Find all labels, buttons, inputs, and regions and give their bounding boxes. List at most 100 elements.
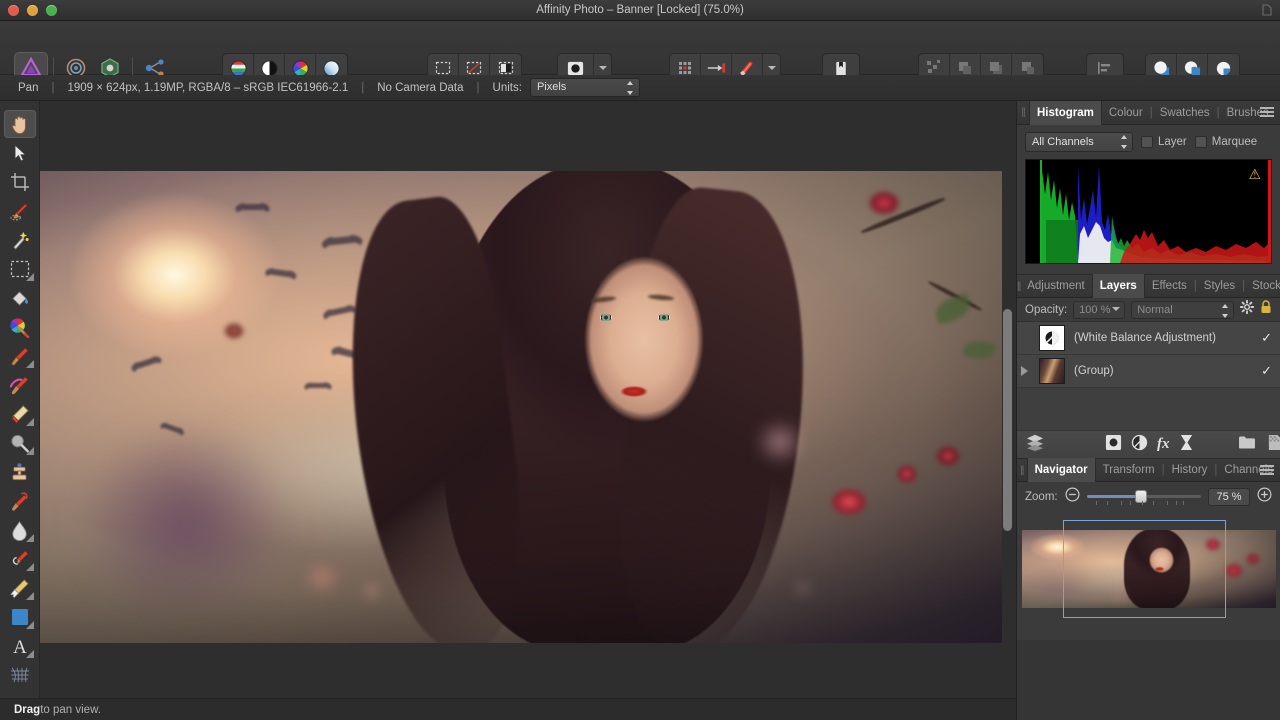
add-live-filter-icon[interactable] (1179, 434, 1194, 456)
marquee-checkbox[interactable]: Marquee (1195, 136, 1257, 148)
zoom-value: 75 % (1216, 491, 1241, 503)
panel-menu-icon[interactable] (1260, 107, 1274, 119)
plus-circle-icon[interactable] (1257, 487, 1272, 507)
right-panel: || Histogram Colour | Swatches | Brushes… (1016, 101, 1280, 720)
tab-stock[interactable]: Stock (1245, 274, 1280, 298)
zoom-slider[interactable] (1087, 490, 1201, 504)
tab-adjustment[interactable]: Adjustment (1020, 274, 1092, 298)
tool-smudge-brush[interactable] (4, 545, 36, 573)
tab-histogram[interactable]: Histogram (1029, 101, 1102, 125)
tab-styles[interactable]: Styles (1197, 274, 1242, 298)
status-bar: Drag to pan view. (0, 698, 1016, 720)
tool-flood-fill[interactable] (4, 284, 36, 312)
panel-grip-icon[interactable]: || (1017, 107, 1029, 118)
layer-checkbox[interactable]: Layer (1141, 136, 1187, 148)
tool-blur-brush[interactable] (4, 516, 36, 544)
lock-icon[interactable] (1260, 300, 1272, 319)
table-row[interactable]: (White Balance Adjustment) ✓ (1017, 322, 1280, 355)
add-mask-icon[interactable] (1267, 434, 1280, 456)
separator-3: | (477, 82, 480, 94)
tab-navigator[interactable]: Navigator (1027, 458, 1096, 482)
tool-erase-brush[interactable] (4, 400, 36, 428)
tool-selection-brush[interactable] (4, 197, 36, 225)
tool-view[interactable] (4, 110, 36, 138)
tab-swatches[interactable]: Swatches (1153, 101, 1217, 125)
tools-panel: A (0, 101, 40, 720)
layer-settings-icon[interactable] (1240, 300, 1254, 319)
tool-paint-mixer[interactable] (4, 313, 36, 341)
channel-select-value: All Channels (1032, 136, 1094, 148)
tool-marquee[interactable] (4, 255, 36, 283)
layer-thumbnail (1039, 325, 1065, 351)
tool-mesh-warp[interactable] (4, 661, 36, 689)
panel-grip-icon[interactable]: || (1017, 465, 1027, 476)
layer-thumbnail (1039, 358, 1065, 384)
tool-flood-select[interactable] (4, 226, 36, 254)
tab-transform[interactable]: Transform (1096, 458, 1162, 482)
title-bar: Affinity Photo – Banner [Locked] (75.0%) (0, 0, 1280, 21)
blend-mode-select[interactable]: Normal (1131, 301, 1234, 319)
table-row[interactable]: (Group) ✓ (1017, 355, 1280, 388)
clipping-warning-icon[interactable]: ⚠ (1248, 166, 1261, 183)
marquee-checkbox-label: Marquee (1212, 136, 1257, 148)
document-canvas[interactable] (40, 171, 1002, 643)
add-effects-icon[interactable]: fx (1157, 436, 1170, 453)
tool-inpainting-brush[interactable] (4, 487, 36, 515)
tool-colour-replacement[interactable] (4, 371, 36, 399)
layer-checkbox-label: Layer (1158, 136, 1187, 148)
camera-data-label: No Camera Data (377, 82, 463, 94)
layer-name: (Group) (1074, 365, 1261, 377)
minus-circle-icon[interactable] (1065, 487, 1080, 507)
layers-empty-space (1017, 388, 1280, 430)
histogram-panel-body: All Channels Layer Marquee (1017, 125, 1280, 274)
tool-dodge[interactable] (4, 429, 36, 457)
expand-group-icon[interactable] (1021, 366, 1028, 376)
tool-rectangle[interactable] (4, 603, 36, 631)
tab-history[interactable]: History (1165, 458, 1215, 482)
tool-paint-brush[interactable] (4, 342, 36, 370)
histogram-panel-tabs: || Histogram Colour | Swatches | Brushes (1017, 101, 1280, 125)
histogram-graph[interactable]: ⚠ (1025, 159, 1272, 264)
layers-list: (White Balance Adjustment) ✓ (Group) ✓ (1017, 322, 1280, 430)
tool-crop[interactable] (4, 168, 36, 196)
tool-clone-brush[interactable] (4, 458, 36, 486)
document-info-label: 1909 × 624px, 1.19MP, RGBA/8 – sRGB IEC6… (67, 82, 348, 94)
checkbox-icon (1195, 136, 1207, 148)
tool-artistic-text[interactable]: A (4, 632, 36, 660)
tab-colour[interactable]: Colour (1102, 101, 1150, 125)
opacity-field[interactable]: 100 % (1073, 301, 1125, 319)
checkbox-icon (1141, 136, 1153, 148)
layer-visibility-checkbox[interactable]: ✓ (1261, 330, 1272, 346)
document-proxy-icon (1260, 3, 1274, 17)
channel-select[interactable]: All Channels (1025, 132, 1133, 152)
layer-stack-icon[interactable] (1025, 433, 1045, 456)
zoom-value-field[interactable]: 75 % (1208, 488, 1250, 506)
units-select[interactable]: Pixels (530, 78, 640, 97)
tool-move[interactable] (4, 139, 36, 167)
add-adjustment-icon[interactable] (1131, 434, 1148, 456)
composite-image (40, 171, 1002, 643)
units-value: Pixels (537, 81, 566, 93)
status-hint: to pan view. (40, 704, 101, 716)
chevron-down-icon (1112, 307, 1120, 311)
opacity-label: Opacity: (1025, 304, 1067, 316)
current-tool-label: Pan (18, 82, 38, 94)
affinity-photo-window: Affinity Photo – Banner [Locked] (75.0%) (0, 0, 1280, 720)
layers-toolbar: fx (1017, 430, 1280, 458)
tab-layers[interactable]: Layers (1092, 274, 1145, 298)
add-group-icon[interactable] (1238, 435, 1256, 455)
panel-menu-icon[interactable] (1260, 465, 1274, 477)
window-title: Affinity Photo – Banner [Locked] (75.0%) (0, 0, 1280, 21)
layer-visibility-checkbox[interactable]: ✓ (1261, 363, 1272, 379)
canvas-area[interactable] (40, 101, 1016, 720)
stepper-icon (1120, 135, 1127, 149)
separator-2: | (361, 82, 364, 94)
canvas-vertical-scrollbar[interactable] (1003, 309, 1012, 531)
main-toolbar (0, 21, 1280, 75)
add-pixel-layer-icon[interactable] (1105, 434, 1122, 456)
tool-pen[interactable] (4, 574, 36, 602)
navigator-view[interactable] (1017, 512, 1280, 640)
units-label: Units: (493, 82, 522, 94)
navigator-panel-tabs: || Navigator Transform | History | Chann… (1017, 458, 1280, 482)
tab-effects[interactable]: Effects (1145, 274, 1194, 298)
